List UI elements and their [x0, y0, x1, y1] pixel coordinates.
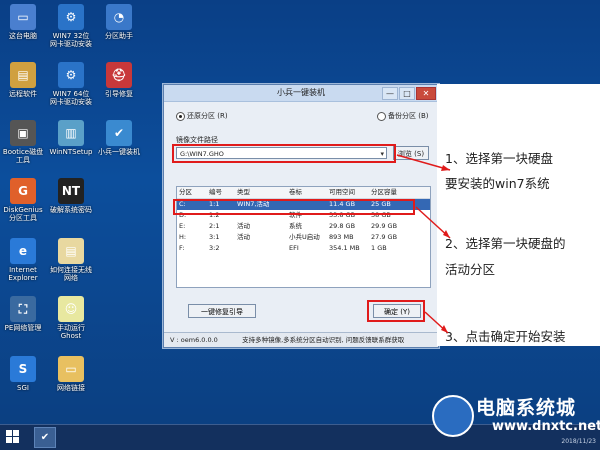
desktop: ▭ 这台电脑 ⚙ WIN7 32位 网卡驱动安装 ◔ 分区助手 ▤ 远程软件 ⚙ WIN7 64位… [0, 0, 600, 424]
watermark-logo: 电脑系统城 www.dnxtc.net [432, 393, 600, 443]
arrow-step3-head [441, 325, 448, 333]
watermark-url: www.dnxtc.net [492, 419, 600, 434]
taskbar-installer-item[interactable]: ✔ [34, 427, 56, 448]
annotation-arrows [396, 154, 451, 334]
watermark-title: 电脑系统城 [476, 397, 577, 419]
arrow-step1-head [441, 165, 450, 171]
arrow-step2-head [443, 230, 450, 238]
watermark-circle-icon [432, 395, 474, 437]
windows-icon[interactable] [6, 430, 20, 444]
arrow-step1 [396, 154, 451, 171]
